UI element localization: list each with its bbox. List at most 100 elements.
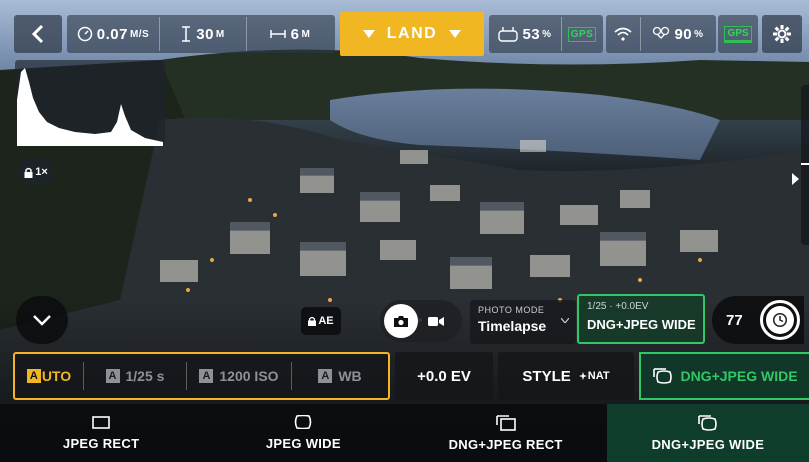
altitude-readout: 30 M bbox=[160, 15, 246, 53]
wifi-status bbox=[606, 15, 640, 53]
altitude-icon bbox=[181, 26, 191, 42]
controller-icon bbox=[498, 26, 519, 42]
controller-battery-unit: % bbox=[542, 28, 552, 40]
chevron-down-icon bbox=[449, 30, 462, 38]
drone-battery-icon bbox=[652, 26, 670, 42]
auto-badge: A bbox=[26, 369, 41, 383]
format-options-bar: JPEG RECT JPEG WIDE DNG+JPEG RECT DNG+JP… bbox=[0, 404, 809, 462]
exposure-compensation-button[interactable]: +0.0 EV bbox=[395, 352, 493, 400]
shutter-badge: A bbox=[105, 369, 120, 383]
drone-battery: 90% bbox=[641, 15, 715, 53]
format-option-dng-jpeg-rect[interactable]: DNG+JPEG RECT bbox=[405, 404, 607, 462]
side-panel-handle[interactable] bbox=[801, 85, 809, 245]
format-option-jpeg-wide[interactable]: JPEG WIDE bbox=[202, 404, 404, 462]
collapse-button[interactable] bbox=[16, 296, 68, 344]
photo-mode-toggle[interactable] bbox=[384, 304, 418, 338]
lock-icon bbox=[24, 167, 33, 178]
auto-label: UTO bbox=[41, 368, 72, 384]
auto-exposure-button[interactable]: A UTO bbox=[15, 354, 83, 398]
controller-status: 53% GPS bbox=[489, 15, 603, 53]
speed-value: 0.07 bbox=[96, 25, 128, 43]
photo-format-card[interactable]: 1/25 · +0.0EV DNG+JPEG WIDE bbox=[577, 294, 705, 344]
chevron-down-icon bbox=[561, 318, 569, 323]
style-label: STYLE bbox=[522, 367, 571, 385]
shutter-speed-button[interactable]: A 1/25 s bbox=[84, 354, 186, 398]
wide-frame-icon bbox=[294, 415, 312, 429]
ev-label: +0.0 EV bbox=[417, 367, 471, 385]
ae-lock-label: AE bbox=[318, 315, 334, 327]
chevron-down-icon bbox=[33, 314, 51, 326]
drone-status: 90% bbox=[606, 15, 716, 53]
speedometer-icon bbox=[77, 26, 93, 42]
format-value: DNG+JPEG WIDE bbox=[587, 317, 696, 332]
format-option-dng-jpeg-wide[interactable]: DNG+JPEG WIDE bbox=[606, 404, 809, 462]
distance-value: 6 bbox=[290, 25, 300, 43]
drone-gps-badge: GPS bbox=[724, 25, 752, 43]
histogram-panel bbox=[15, 60, 165, 146]
photo-format-button[interactable]: DNG+JPEG WIDE bbox=[639, 352, 809, 400]
shutter-label: 1/25 s bbox=[125, 368, 165, 384]
timer-icon bbox=[772, 312, 788, 328]
format-option-label: DNG+JPEG WIDE bbox=[651, 437, 765, 452]
ae-lock-button[interactable]: AE bbox=[301, 307, 341, 335]
photo-mode-heading: PHOTO MODE bbox=[478, 305, 545, 315]
land-button[interactable]: LAND bbox=[340, 12, 484, 56]
iso-label: 1200 ISO bbox=[219, 368, 279, 384]
dng-wide-icon bbox=[697, 414, 719, 432]
land-label: LAND bbox=[386, 25, 438, 42]
speed-readout: 0.07 M/S bbox=[67, 15, 159, 53]
altitude-unit: M bbox=[215, 28, 225, 40]
photo-mode-selector[interactable]: PHOTO MODE Timelapse bbox=[470, 300, 576, 344]
photo-mode-value: Timelapse bbox=[478, 318, 547, 334]
drone-gps-status: GPS bbox=[718, 15, 758, 53]
zoom-lock-button[interactable]: 1× bbox=[18, 158, 54, 186]
flight-telemetry: 0.07 M/S 30 M 6M bbox=[67, 15, 335, 53]
format-option-label: JPEG WIDE bbox=[265, 436, 341, 451]
iso-badge: A bbox=[199, 369, 214, 383]
capture-mode-switch[interactable] bbox=[380, 300, 462, 342]
format-option-label: DNG+JPEG RECT bbox=[448, 437, 563, 452]
dng-rect-icon bbox=[495, 414, 517, 432]
settings-button[interactable] bbox=[762, 15, 802, 53]
lock-icon bbox=[308, 316, 317, 326]
altitude-value: 30 bbox=[196, 25, 214, 43]
chevron-down-icon bbox=[362, 30, 375, 38]
wb-label: WB bbox=[338, 368, 362, 384]
style-badge-label: NAT bbox=[587, 370, 610, 382]
controller-battery: 53% bbox=[489, 15, 561, 53]
distance-unit: M bbox=[301, 28, 311, 40]
shutter-button[interactable] bbox=[760, 300, 800, 340]
rect-frame-icon bbox=[92, 415, 110, 429]
speed-unit: M/S bbox=[129, 28, 150, 40]
controller-battery-value: 53 bbox=[522, 25, 541, 43]
camera-icon bbox=[393, 315, 409, 328]
style-badge: NAT bbox=[578, 370, 610, 382]
video-camera-icon bbox=[428, 316, 444, 327]
wifi-icon bbox=[614, 27, 632, 41]
shutter-panel: 77 bbox=[712, 296, 804, 344]
drone-battery-value: 90 bbox=[674, 25, 693, 43]
format-option-jpeg-rect[interactable]: JPEG RECT bbox=[0, 404, 202, 462]
timer-value: 77 bbox=[726, 311, 743, 329]
white-balance-button[interactable]: A WB bbox=[292, 354, 388, 398]
drone-battery-unit: % bbox=[694, 28, 704, 40]
back-icon bbox=[31, 24, 45, 44]
video-mode-toggle[interactable] bbox=[418, 304, 454, 338]
distance-icon bbox=[269, 29, 286, 39]
dng-wide-icon bbox=[652, 367, 674, 385]
iso-button[interactable]: A 1200 ISO bbox=[187, 354, 291, 398]
handle-marker bbox=[801, 163, 809, 165]
controller-gps-badge: GPS bbox=[567, 26, 597, 42]
exposure-settings-group: A UTO A 1/25 s A 1200 ISO A WB bbox=[13, 352, 390, 400]
back-button[interactable] bbox=[14, 15, 62, 53]
gear-icon bbox=[772, 24, 792, 44]
chevron-right-icon[interactable] bbox=[792, 173, 799, 185]
sparkle-icon bbox=[578, 372, 587, 380]
photo-format-label: DNG+JPEG WIDE bbox=[680, 368, 798, 384]
format-info: 1/25 · +0.0EV bbox=[587, 301, 649, 312]
zoom-label: 1× bbox=[35, 166, 48, 178]
distance-readout: 6M bbox=[247, 15, 333, 53]
histogram-graph bbox=[17, 68, 163, 146]
wb-badge: A bbox=[318, 369, 333, 383]
style-button[interactable]: STYLE NAT bbox=[498, 352, 634, 400]
